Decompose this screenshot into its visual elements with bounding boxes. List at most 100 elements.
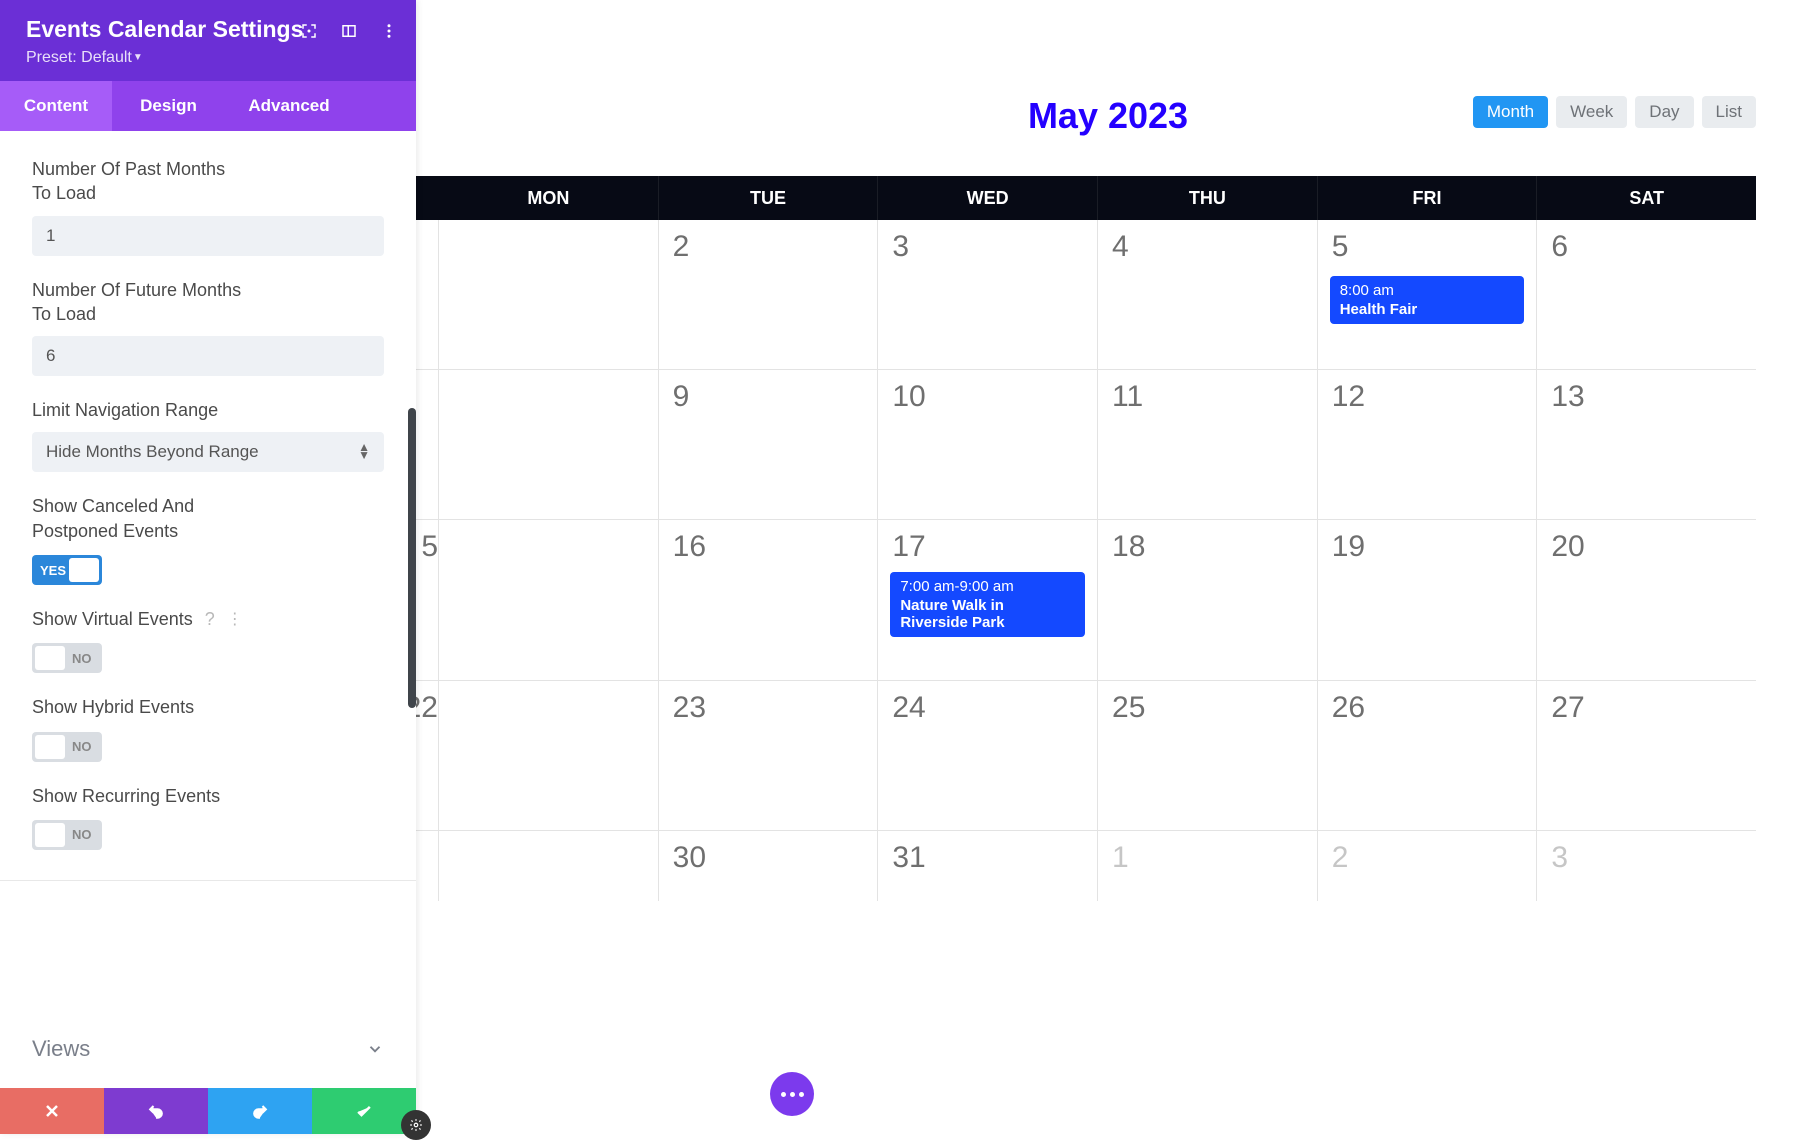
day-cell[interactable]: 16: [659, 520, 879, 680]
day-cell[interactable]: 19: [1318, 520, 1538, 680]
day-number: 25: [1112, 691, 1145, 724]
help-icon[interactable]: ?: [205, 609, 215, 630]
panel-body[interactable]: Number Of Past Months To Load Number Of …: [0, 131, 416, 1018]
future-months-label: Number Of Future Months To Load: [32, 278, 242, 327]
day-cell[interactable]: 23: [659, 681, 879, 830]
sidebar-toggle-icon[interactable]: [340, 22, 358, 40]
dot-icon: [790, 1092, 795, 1097]
view-week-button[interactable]: Week: [1556, 96, 1627, 128]
view-list-button[interactable]: List: [1702, 96, 1756, 128]
week-row: 2 3 4 5 8:00 am Health Fair 6: [416, 220, 1756, 370]
dow-sun-cut: [416, 176, 439, 220]
day-cell[interactable]: [439, 370, 659, 519]
close-button[interactable]: [0, 1088, 104, 1134]
dow-mon: MON: [439, 176, 659, 220]
day-cell[interactable]: 26: [1318, 681, 1538, 830]
day-cell[interactable]: 1: [1098, 831, 1318, 901]
day-number: 20: [1551, 530, 1584, 563]
toggle-knob: [35, 735, 65, 759]
module-settings-handle[interactable]: [401, 1110, 431, 1140]
expand-icon[interactable]: [300, 22, 318, 40]
show-canceled-toggle[interactable]: YES: [32, 555, 102, 585]
show-canceled-label: Show Canceled And Postponed Events: [32, 494, 242, 543]
day-of-week-row: MON TUE WED THU FRI SAT: [416, 176, 1756, 220]
tab-content[interactable]: Content: [0, 81, 112, 131]
calendar-title: May 2023: [1028, 95, 1188, 137]
day-cell[interactable]: [439, 681, 659, 830]
day-number: 23: [673, 691, 706, 724]
day-cell[interactable]: 5: [416, 520, 439, 680]
limit-nav-select[interactable]: Hide Months Beyond Range ▲▼: [32, 432, 384, 472]
event-nature-walk[interactable]: 7:00 am-9:00 am Nature Walk in Riverside…: [890, 572, 1085, 637]
day-cell[interactable]: 20: [1537, 520, 1756, 680]
day-number: 11: [1112, 380, 1143, 413]
day-cell[interactable]: 31: [878, 831, 1098, 901]
day-cell[interactable]: [416, 220, 439, 369]
floating-action-button[interactable]: [770, 1072, 814, 1116]
views-section-toggle[interactable]: Views: [0, 1018, 416, 1088]
show-recurring-toggle[interactable]: NO: [32, 820, 102, 850]
views-section-label: Views: [32, 1036, 90, 1062]
event-time: 8:00 am: [1340, 282, 1515, 299]
redo-button[interactable]: [208, 1088, 312, 1134]
day-number: 24: [892, 691, 925, 724]
show-virtual-label: Show Virtual Events: [32, 607, 193, 631]
field-kebab-icon[interactable]: ⋮: [227, 609, 243, 629]
day-number: 2: [1332, 841, 1349, 874]
future-months-input[interactable]: [32, 336, 384, 376]
day-cell[interactable]: 6: [1537, 220, 1756, 369]
panel-scrollbar[interactable]: [408, 408, 416, 708]
day-cell[interactable]: 3: [1537, 831, 1756, 901]
day-cell[interactable]: 18: [1098, 520, 1318, 680]
event-health-fair[interactable]: 8:00 am Health Fair: [1330, 276, 1525, 324]
day-cell[interactable]: 2: [659, 220, 879, 369]
day-number: 6: [1551, 230, 1568, 263]
day-cell[interactable]: [416, 831, 439, 901]
day-cell[interactable]: 17 7:00 am-9:00 am Nature Walk in Rivers…: [878, 520, 1098, 680]
show-recurring-label: Show Recurring Events: [32, 784, 242, 808]
limit-nav-label: Limit Navigation Range: [32, 398, 242, 422]
toggle-knob: [69, 558, 99, 582]
day-cell[interactable]: 24: [878, 681, 1098, 830]
day-number: 2: [673, 230, 690, 263]
day-number: 22: [416, 691, 438, 724]
past-months-input[interactable]: [32, 216, 384, 256]
dow-wed: WED: [878, 176, 1098, 220]
day-cell[interactable]: [439, 220, 659, 369]
show-hybrid-toggle[interactable]: NO: [32, 732, 102, 762]
day-cell[interactable]: [439, 831, 659, 901]
day-cell[interactable]: 13: [1537, 370, 1756, 519]
undo-button[interactable]: [104, 1088, 208, 1134]
dow-thu: THU: [1098, 176, 1318, 220]
week-row: 9 10 11 12 13: [416, 370, 1756, 520]
day-cell[interactable]: 2: [1318, 831, 1538, 901]
view-day-button[interactable]: Day: [1635, 96, 1693, 128]
day-number: 1: [1112, 841, 1129, 874]
day-cell[interactable]: 30: [659, 831, 879, 901]
day-cell[interactable]: 9: [659, 370, 879, 519]
day-cell[interactable]: 12: [1318, 370, 1538, 519]
day-cell[interactable]: 5 8:00 am Health Fair: [1318, 220, 1538, 369]
dot-icon: [781, 1092, 786, 1097]
day-cell[interactable]: 3: [878, 220, 1098, 369]
day-cell[interactable]: 4: [1098, 220, 1318, 369]
calendar-header: May 2023 Month Week Day List: [416, 0, 1800, 176]
show-virtual-toggle[interactable]: NO: [32, 643, 102, 673]
day-cell[interactable]: 22: [416, 681, 439, 830]
day-number: 17: [892, 530, 925, 563]
day-cell[interactable]: [416, 370, 439, 519]
close-icon: [42, 1101, 62, 1121]
preset-selector[interactable]: Preset: Default▼: [26, 49, 390, 67]
day-cell[interactable]: 25: [1098, 681, 1318, 830]
settings-panel: Events Calendar Settings Preset: Default…: [0, 0, 416, 1134]
day-number: 27: [1551, 691, 1584, 724]
tab-advanced[interactable]: Advanced: [225, 81, 353, 131]
dow-sat: SAT: [1537, 176, 1756, 220]
kebab-menu-icon[interactable]: [380, 22, 398, 40]
day-cell[interactable]: 11: [1098, 370, 1318, 519]
day-cell[interactable]: 27: [1537, 681, 1756, 830]
tab-design[interactable]: Design: [112, 81, 225, 131]
view-month-button[interactable]: Month: [1473, 96, 1548, 128]
day-cell[interactable]: [439, 520, 659, 680]
day-cell[interactable]: 10: [878, 370, 1098, 519]
